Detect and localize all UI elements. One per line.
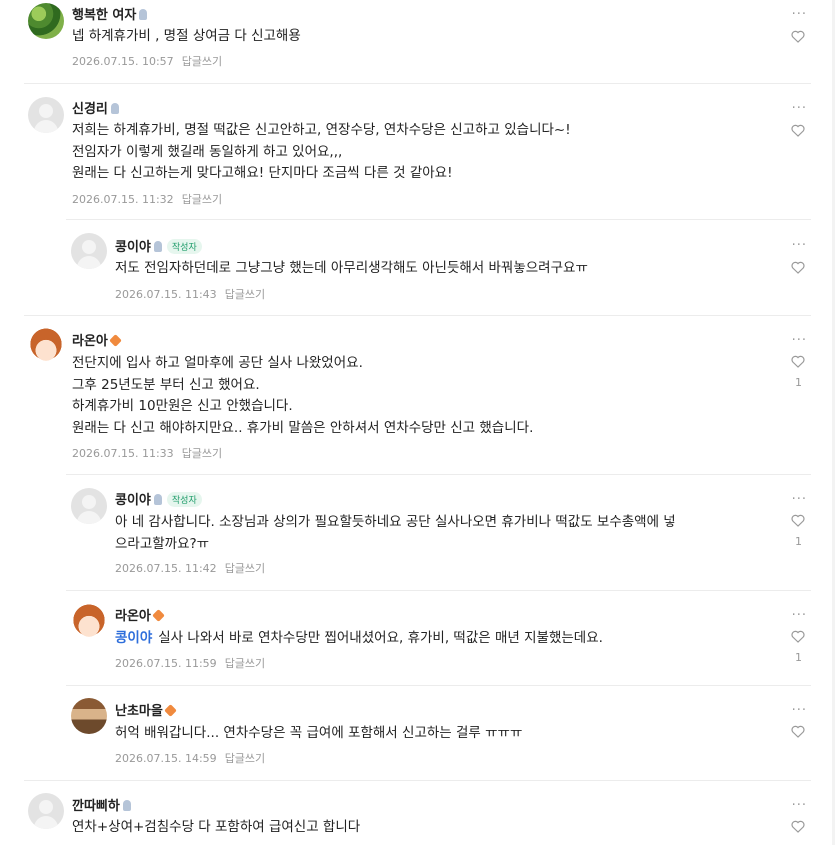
- comment-author[interactable]: 라온아: [72, 330, 122, 349]
- comment-author[interactable]: 행복한 여자: [72, 4, 148, 23]
- reply-button[interactable]: 답글쓰기: [225, 657, 265, 670]
- comment-author[interactable]: 콩이야 작성자: [115, 236, 202, 255]
- grade-icon: [122, 800, 131, 811]
- grade-icon: [153, 494, 162, 505]
- comment-author[interactable]: 라온아: [115, 605, 165, 624]
- like-count: 1: [795, 651, 802, 664]
- comment-author[interactable]: 깐따삐하: [72, 795, 131, 814]
- comment-meta: 2026.07.15. 11:33 답글쓰기: [72, 445, 222, 461]
- comment-meta: 2026.07.15. 11:59 답글쓰기: [115, 655, 265, 671]
- avatar[interactable]: [71, 488, 107, 524]
- more-icon[interactable]: ···: [792, 102, 807, 115]
- comment-date: 2026.07.15. 14:59: [115, 752, 217, 765]
- comment-date: 2026.07.15. 11:43: [115, 288, 217, 301]
- grade-icon: [139, 9, 148, 20]
- grade-icon: [152, 609, 165, 622]
- heart-icon[interactable]: [791, 355, 805, 368]
- comment-text: 저도 전임자하던데로 그냥그냥 했는데 아무리생각해도 아닌듯해서 바꿔놓으려구…: [115, 260, 588, 276]
- comment-text: 허억 배워갑니다... 연차수당은 꼭 급여에 포함해서 신고하는 걸루 ㅠㅠㅠ: [115, 725, 523, 741]
- comment-author[interactable]: 콩이야 작성자: [115, 489, 202, 508]
- grade-icon: [109, 334, 122, 347]
- avatar[interactable]: [71, 604, 107, 640]
- avatar[interactable]: [28, 3, 64, 39]
- avatar[interactable]: [71, 698, 107, 734]
- reply-button[interactable]: 답글쓰기: [225, 752, 265, 765]
- heart-icon[interactable]: [791, 124, 805, 137]
- more-icon[interactable]: ···: [792, 493, 807, 506]
- avatar[interactable]: [71, 233, 107, 269]
- heart-icon[interactable]: [791, 630, 805, 643]
- comment-meta: 2026.07.15. 14:59 답글쓰기: [115, 750, 265, 766]
- reply-button[interactable]: 답글쓰기: [225, 562, 265, 575]
- like-count: 1: [795, 376, 802, 389]
- comment-text: 전단지에 입사 하고 얼마후에 공단 실사 나왔었어요. 그후 25년도분 부터…: [72, 355, 534, 436]
- author-badge: 작성자: [166, 239, 202, 254]
- divider: [24, 83, 811, 84]
- heart-icon[interactable]: [791, 514, 805, 527]
- comment-author[interactable]: 신경리: [72, 98, 119, 117]
- more-icon[interactable]: ···: [792, 704, 807, 717]
- more-icon[interactable]: ···: [792, 609, 807, 622]
- comment-date: 2026.07.15. 11:42: [115, 562, 217, 575]
- reply-button[interactable]: 답글쓰기: [225, 288, 265, 301]
- comment-text: 콩이야 실사 나와서 바로 연차수당만 찝어내셨어요, 휴가비, 떡값은 매년 지…: [115, 630, 603, 646]
- avatar[interactable]: [28, 328, 64, 364]
- comment-author[interactable]: 난초마을: [115, 700, 177, 719]
- divider: [66, 219, 811, 220]
- comment-text: 저희는 하계휴가비, 명절 떡값은 신고안하고, 연장수당, 연차수당은 신고하…: [72, 122, 571, 181]
- more-icon[interactable]: ···: [792, 799, 807, 812]
- grade-icon: [153, 241, 162, 252]
- author-badge: 작성자: [166, 492, 202, 507]
- divider: [66, 685, 811, 686]
- divider: [66, 590, 811, 591]
- reply-button[interactable]: 답글쓰기: [182, 55, 222, 68]
- heart-icon[interactable]: [791, 30, 805, 43]
- more-icon[interactable]: ···: [792, 239, 807, 252]
- comment-text: 넵 하계휴가비 , 명절 상여금 다 신고해용: [72, 28, 301, 44]
- mention-link[interactable]: 콩이야: [115, 630, 152, 646]
- reply-button[interactable]: 답글쓰기: [182, 193, 222, 206]
- comment-date: 2026.07.15. 10:57: [72, 55, 174, 68]
- comment-text: 아 네 감사합니다. 소장님과 상의가 필요할듯하네요 공단 실사나오면 휴가비…: [115, 514, 676, 552]
- divider: [24, 315, 811, 316]
- heart-icon[interactable]: [791, 725, 805, 738]
- comment-date: 2026.07.15. 11:32: [72, 193, 174, 206]
- avatar[interactable]: [28, 97, 64, 133]
- heart-icon[interactable]: [791, 820, 805, 833]
- comment-text: 연차+상여+검침수당 다 포함하여 급여신고 합니다: [72, 819, 361, 835]
- comment-meta: 2026.07.15. 11:43 답글쓰기: [115, 286, 265, 302]
- comment-meta: 2026.07.15. 10:57 답글쓰기: [72, 53, 222, 69]
- comment-date: 2026.07.15. 11:59: [115, 657, 217, 670]
- comment-meta: 2026.07.15. 11:42 답글쓰기: [115, 560, 265, 576]
- heart-icon[interactable]: [791, 261, 805, 274]
- more-icon[interactable]: ···: [792, 334, 807, 347]
- grade-icon: [163, 704, 177, 717]
- more-icon[interactable]: ···: [792, 8, 807, 21]
- avatar[interactable]: [28, 793, 64, 829]
- divider: [66, 474, 811, 475]
- divider: [24, 780, 811, 781]
- grade-icon: [110, 103, 119, 114]
- comment-date: 2026.07.15. 11:33: [72, 447, 174, 460]
- like-count: 1: [795, 535, 802, 548]
- comment-meta: 2026.07.15. 11:32 답글쓰기: [72, 191, 222, 207]
- reply-button[interactable]: 답글쓰기: [182, 447, 222, 460]
- comment-list: 행복한 여자 ··· 넵 하계휴가비 , 명절 상여금 다 신고해용 2026.…: [0, 0, 835, 845]
